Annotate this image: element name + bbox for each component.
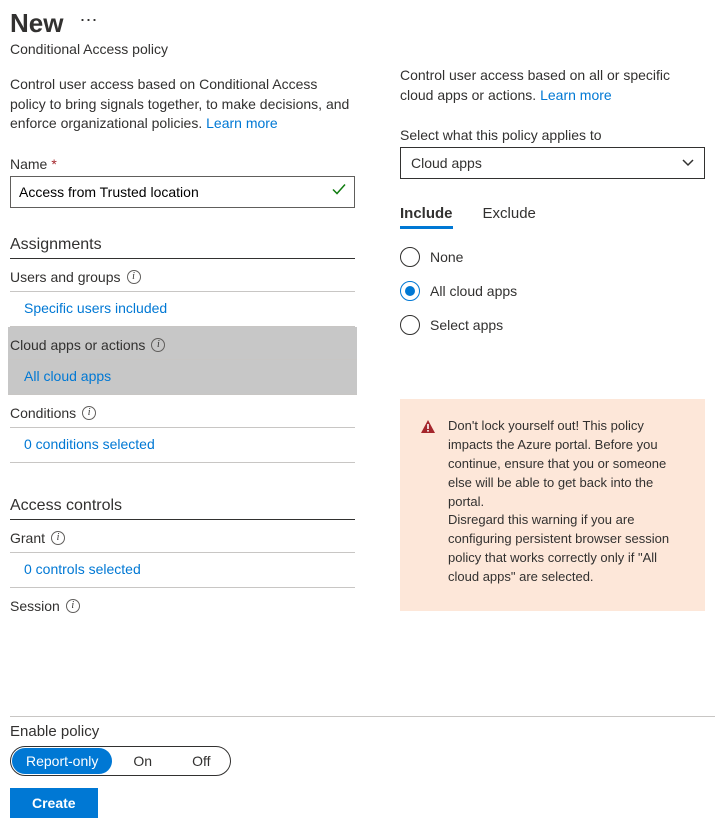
radio-none[interactable]: None — [400, 247, 705, 267]
more-actions-icon[interactable]: ⋯ — [79, 10, 97, 37]
users-groups-value[interactable]: Specific users included — [10, 292, 355, 327]
checkmark-icon — [331, 181, 347, 202]
session-row[interactable]: Session i — [10, 588, 355, 620]
enable-policy-label: Enable policy — [10, 723, 715, 740]
create-button[interactable]: Create — [10, 788, 98, 818]
learn-more-link[interactable]: Learn more — [206, 115, 278, 131]
conditions-value[interactable]: 0 conditions selected — [10, 428, 355, 463]
info-icon[interactable]: i — [82, 406, 96, 420]
name-label: Name * — [10, 156, 355, 172]
users-groups-row[interactable]: Users and groups i — [10, 259, 355, 292]
chevron-down-icon — [682, 157, 694, 169]
info-icon[interactable]: i — [51, 531, 65, 545]
tab-exclude[interactable]: Exclude — [483, 205, 536, 229]
name-input[interactable] — [10, 176, 355, 208]
tab-include[interactable]: Include — [400, 205, 453, 229]
enable-policy-toggle[interactable]: Report-only On Off — [10, 746, 231, 776]
right-description: Control user access based on all or spec… — [400, 66, 705, 105]
toggle-on[interactable]: On — [113, 747, 172, 775]
applies-to-label: Select what this policy applies to — [400, 127, 705, 143]
conditions-row[interactable]: Conditions i — [10, 395, 355, 428]
applies-to-select[interactable]: Cloud apps — [400, 147, 705, 179]
grant-row[interactable]: Grant i — [10, 520, 355, 553]
page-title: New — [10, 8, 63, 39]
warning-icon — [420, 419, 436, 587]
learn-more-link[interactable]: Learn more — [540, 87, 612, 103]
left-description: Control user access based on Conditional… — [10, 75, 355, 134]
toggle-off[interactable]: Off — [172, 747, 230, 775]
cloud-apps-value[interactable]: All cloud apps — [8, 360, 357, 395]
info-icon[interactable]: i — [66, 599, 80, 613]
grant-value[interactable]: 0 controls selected — [10, 553, 355, 588]
cloud-apps-row[interactable]: Cloud apps or actions i — [8, 327, 357, 360]
radio-select-apps[interactable]: Select apps — [400, 315, 705, 335]
radio-all-cloud-apps[interactable]: All cloud apps — [400, 281, 705, 301]
page-subtitle: Conditional Access policy — [10, 41, 355, 57]
info-icon[interactable]: i — [127, 270, 141, 284]
access-controls-heading: Access controls — [10, 497, 355, 520]
assignments-heading: Assignments — [10, 236, 355, 259]
info-icon[interactable]: i — [151, 338, 165, 352]
toggle-report-only[interactable]: Report-only — [12, 748, 112, 774]
warning-banner: Don't lock yourself out! This policy imp… — [400, 399, 705, 611]
